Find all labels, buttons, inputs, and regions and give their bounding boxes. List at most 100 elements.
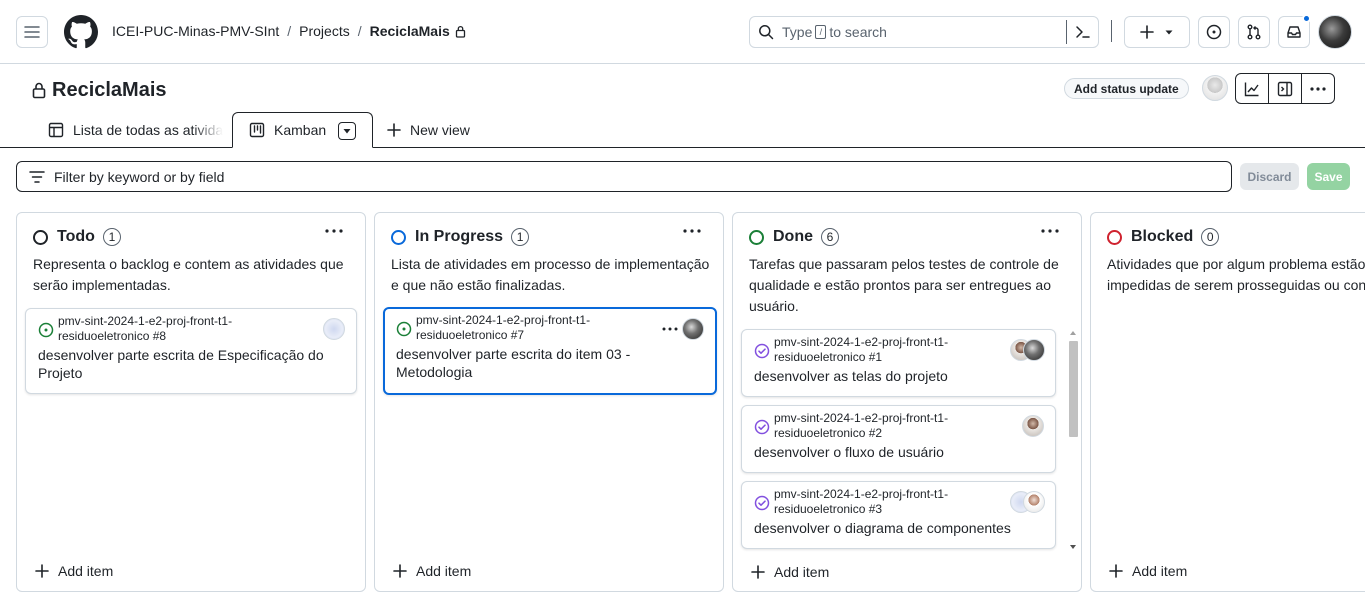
new-view-button[interactable]: New view	[387, 112, 470, 148]
card-title[interactable]: desenvolver o fluxo de usuário	[754, 443, 1044, 461]
assignee-avatar[interactable]	[1023, 491, 1045, 513]
user-avatar[interactable]	[1318, 15, 1352, 49]
issue-card[interactable]: pmv-sint-2024-1-e2-proj-front-t1-residuo…	[741, 405, 1056, 473]
scrollbar-thumb[interactable]	[1069, 341, 1078, 437]
issues-button[interactable]	[1198, 16, 1230, 48]
card-menu-button[interactable]	[662, 327, 678, 331]
card-repository[interactable]: pmv-sint-2024-1-e2-proj-front-t1-residuo…	[774, 411, 989, 441]
column-menu-button[interactable]	[1041, 229, 1059, 233]
kebab-horizontal-icon	[1041, 229, 1059, 233]
project-title: ReciclaMais	[32, 79, 167, 102]
card-title[interactable]: desenvolver as telas do projeto	[754, 367, 1044, 385]
add-status-update-button[interactable]: Add status update	[1064, 78, 1189, 99]
add-item-label: Add item	[58, 563, 114, 579]
plus-icon	[1109, 564, 1123, 578]
lock-icon	[32, 82, 46, 99]
column-description: Tarefas que passaram pelos testes de con…	[749, 256, 1059, 314]
triangle-down-icon	[1165, 30, 1173, 35]
plus-icon	[1140, 25, 1154, 39]
status-circle-icon	[391, 229, 406, 245]
issue-opened-icon	[396, 321, 412, 337]
card-repository[interactable]: pmv-sint-2024-1-e2-proj-front-t1-residuo…	[58, 314, 288, 344]
more-options-button[interactable]	[1302, 74, 1334, 103]
pull-request-icon	[1247, 24, 1261, 40]
assignee-avatar[interactable]	[323, 318, 345, 340]
column-count: 1	[102, 228, 121, 246]
assignee-avatar[interactable]	[1023, 339, 1045, 361]
plus-icon	[35, 564, 49, 578]
tab-kamban[interactable]: Kamban	[232, 112, 373, 148]
column-todo: Todo 1 Representa o backlog e contem as …	[16, 212, 366, 592]
add-item-label: Add item	[1132, 563, 1188, 579]
issue-card[interactable]: pmv-sint-2024-1-e2-proj-front-t1-residuo…	[25, 308, 357, 394]
column-header: Todo 1	[33, 228, 121, 246]
assignee-avatar[interactable]	[1022, 415, 1044, 437]
add-item-button[interactable]: Add item	[1109, 563, 1187, 579]
add-item-button[interactable]: Add item	[35, 563, 113, 579]
add-item-button[interactable]: Add item	[751, 564, 829, 580]
tab-label: Lista de todas as atividades	[73, 122, 223, 138]
column-count: 6	[821, 228, 839, 246]
header-divider	[1111, 20, 1112, 42]
card-title[interactable]: desenvolver parte escrita do item 03 - M…	[396, 345, 696, 381]
column-name: Done	[773, 228, 813, 245]
column-menu-button[interactable]	[325, 229, 343, 233]
filter-placeholder: Filter by keyword or by field	[54, 168, 225, 185]
breadcrumb-projects[interactable]: Projects	[299, 23, 350, 39]
column-description: Atividades que por algum problema estão …	[1107, 256, 1365, 293]
column-in-progress: In Progress 1 Lista de atividades em pro…	[374, 212, 724, 592]
column-menu-button[interactable]	[683, 229, 701, 233]
issue-icon	[1206, 24, 1222, 40]
add-item-label: Add item	[774, 564, 830, 580]
column-name: Blocked	[1131, 228, 1194, 245]
column-name: Todo	[57, 228, 95, 245]
add-item-button[interactable]: Add item	[393, 563, 471, 579]
tab-lista-de-atividades[interactable]: Lista de todas as atividades	[48, 112, 223, 148]
card-title[interactable]: desenvolver o diagrama de componentes	[754, 519, 1044, 537]
column-count: 0	[1201, 228, 1220, 246]
column-name: In Progress	[415, 228, 504, 245]
collaborator-avatar[interactable]	[1202, 75, 1228, 101]
insights-button[interactable]	[1236, 74, 1269, 103]
breadcrumb-separator: /	[357, 23, 362, 39]
issue-closed-icon	[754, 419, 770, 435]
kebab-horizontal-icon	[662, 327, 678, 331]
graph-icon	[1244, 82, 1259, 96]
card-repository[interactable]: pmv-sint-2024-1-e2-proj-front-t1-residuo…	[416, 313, 646, 343]
assignee-avatar[interactable]	[682, 318, 704, 340]
triangle-down-icon	[343, 129, 351, 134]
global-header: ICEI-PUC-Minas-PMV-SInt / Projects / Rec…	[0, 0, 1365, 64]
breadcrumb-org[interactable]: ICEI-PUC-Minas-PMV-SInt	[112, 23, 279, 39]
issue-card[interactable]: pmv-sint-2024-1-e2-proj-front-t1-residuo…	[741, 481, 1056, 549]
menu-button[interactable]	[16, 16, 48, 48]
column-count: 1	[511, 228, 530, 246]
filter-icon	[29, 170, 45, 183]
tab-label: New view	[410, 122, 470, 138]
create-new-button[interactable]	[1124, 16, 1190, 48]
breadcrumb: ICEI-PUC-Minas-PMV-SInt / Projects / Rec…	[112, 23, 466, 39]
card-repository[interactable]: pmv-sint-2024-1-e2-proj-front-t1-residuo…	[774, 335, 989, 365]
issue-card[interactable]: pmv-sint-2024-1-e2-proj-front-t1-residuo…	[383, 307, 717, 395]
scroll-up-icon	[1070, 331, 1076, 335]
issue-card[interactable]: pmv-sint-2024-1-e2-proj-front-t1-residuo…	[741, 329, 1056, 397]
pull-requests-button[interactable]	[1238, 16, 1270, 48]
tab-label: Kamban	[274, 122, 327, 138]
discard-button[interactable]: Discard	[1240, 163, 1299, 190]
kebab-horizontal-icon	[325, 229, 343, 233]
search-input[interactable]: Type / to search	[749, 16, 1099, 48]
breadcrumb-project[interactable]: ReciclaMais	[370, 23, 450, 39]
plus-icon	[393, 564, 407, 578]
lock-icon	[455, 25, 466, 38]
column-header: In Progress 1	[391, 228, 530, 246]
column-blocked: Blocked 0 Atividades que por algum probl…	[1090, 212, 1365, 592]
card-repository[interactable]: pmv-sint-2024-1-e2-proj-front-t1-residuo…	[774, 487, 989, 517]
view-options-button[interactable]	[338, 122, 356, 140]
save-button[interactable]: Save	[1307, 163, 1350, 190]
notification-dot	[1302, 14, 1311, 23]
github-logo-icon[interactable]	[64, 15, 98, 49]
card-title[interactable]: desenvolver parte escrita de Especificaç…	[38, 346, 338, 382]
command-palette-button[interactable]	[1066, 20, 1098, 44]
side-panel-button[interactable]	[1269, 74, 1302, 103]
table-icon	[48, 122, 64, 138]
filter-input[interactable]: Filter by keyword or by field	[16, 161, 1232, 192]
